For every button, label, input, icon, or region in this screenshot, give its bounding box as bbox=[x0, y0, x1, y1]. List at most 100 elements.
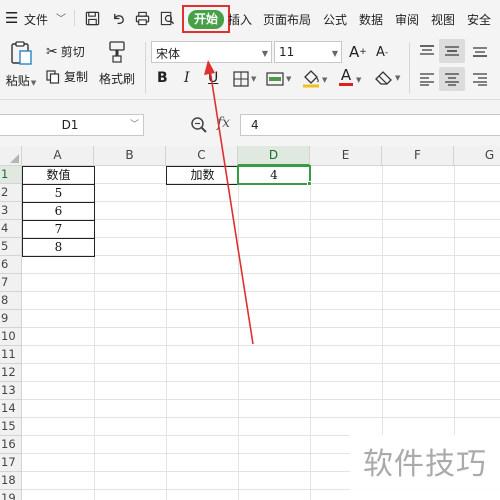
zoom-search-icon[interactable] bbox=[190, 116, 208, 137]
paste-dropdown-icon[interactable]: ▼ bbox=[31, 79, 36, 87]
tab-insert[interactable]: 插入 bbox=[228, 11, 252, 28]
row-header-5[interactable]: 5 bbox=[0, 238, 22, 256]
fx-icon[interactable]: fx bbox=[217, 115, 230, 131]
name-box-value: D1 bbox=[61, 118, 79, 132]
tab-formulas[interactable]: 公式 bbox=[323, 11, 347, 28]
column-header-g[interactable]: G bbox=[454, 146, 500, 166]
row-header-3[interactable]: 3 bbox=[0, 202, 22, 220]
format-painter-button[interactable]: 格式刷 bbox=[98, 40, 136, 96]
tab-data[interactable]: 数据 bbox=[359, 11, 383, 28]
row-header-1[interactable]: 1 bbox=[0, 166, 22, 184]
row-header-10[interactable]: 10 bbox=[0, 328, 22, 346]
cell-style-icon[interactable]: ▼ bbox=[266, 71, 291, 87]
undo-icon[interactable] bbox=[109, 9, 127, 27]
divider bbox=[74, 10, 75, 26]
row-header-17[interactable]: 17 bbox=[0, 454, 22, 472]
font-size-select[interactable]: 11 ▼ bbox=[274, 41, 342, 63]
row-header-18[interactable]: 18 bbox=[0, 472, 22, 490]
cut-button[interactable]: ✂ 剪切 bbox=[46, 43, 85, 60]
underline-button[interactable]: U bbox=[208, 70, 218, 86]
font-size-dropdown-icon[interactable]: ▼ bbox=[332, 49, 338, 58]
hamburger-menu-icon[interactable]: ☰ bbox=[5, 9, 18, 27]
spreadsheet-app: ☰ 文件 ﹀ 开始 插入 页面布局 公式 数据 审阅 视图 安全 粘贴▼ ✂ 剪… bbox=[0, 0, 500, 500]
copy-label: 复制 bbox=[64, 70, 89, 84]
align-middle-icon[interactable] bbox=[439, 39, 465, 63]
align-bottom-icon[interactable] bbox=[472, 44, 488, 58]
cell-a2[interactable]: 5 bbox=[22, 184, 95, 203]
align-right-icon[interactable] bbox=[472, 72, 488, 86]
borders-icon[interactable]: ▼ bbox=[233, 71, 256, 87]
file-menu[interactable]: 文件 bbox=[24, 11, 48, 28]
tab-review[interactable]: 审阅 bbox=[395, 11, 419, 28]
align-top-icon[interactable] bbox=[419, 44, 435, 58]
grid-line bbox=[22, 309, 500, 310]
font-size-value: 11 bbox=[279, 45, 295, 59]
save-icon[interactable] bbox=[83, 9, 101, 27]
italic-button[interactable]: I bbox=[184, 70, 190, 86]
font-color-icon[interactable]: A bbox=[339, 67, 353, 86]
name-box-dropdown-icon[interactable]: ﹀ bbox=[130, 115, 139, 135]
tab-security[interactable]: 安全 bbox=[467, 11, 491, 28]
cell-a3[interactable]: 6 bbox=[22, 202, 95, 221]
file-menu-chevron-icon[interactable]: ﹀ bbox=[56, 10, 66, 25]
row-header-4[interactable]: 4 bbox=[0, 220, 22, 238]
tab-page-layout[interactable]: 页面布局 bbox=[263, 11, 311, 28]
formula-value: 4 bbox=[251, 118, 259, 132]
font-color-dropdown-icon[interactable]: ▼ bbox=[356, 76, 361, 84]
fill-handle[interactable] bbox=[307, 181, 312, 186]
select-all-corner[interactable] bbox=[0, 146, 22, 166]
row-header-11[interactable]: 11 bbox=[0, 346, 22, 364]
align-left-icon[interactable] bbox=[419, 72, 435, 86]
row-header-9[interactable]: 9 bbox=[0, 310, 22, 328]
paste-label: 粘贴 bbox=[5, 74, 30, 88]
column-header-c[interactable]: C bbox=[166, 146, 238, 166]
ribbon-home: 粘贴▼ ✂ 剪切 复制 格式刷 宋体 ▼ 11 ▼ A + A - B I U … bbox=[0, 36, 500, 100]
paste-button[interactable]: 粘贴▼ bbox=[4, 40, 38, 96]
scissors-icon: ✂ bbox=[46, 43, 58, 60]
cell-d1[interactable]: 4 bbox=[237, 165, 311, 185]
increase-font-size-icon[interactable]: A + bbox=[349, 43, 367, 61]
cell-c1[interactable]: 加数 bbox=[166, 166, 239, 185]
column-header-e[interactable]: E bbox=[310, 146, 382, 166]
row-header-2[interactable]: 2 bbox=[0, 184, 22, 202]
name-box[interactable]: D1 ﹀ bbox=[0, 114, 144, 136]
cell-a5[interactable]: 8 bbox=[22, 238, 95, 257]
row-header-15[interactable]: 15 bbox=[0, 418, 22, 436]
copy-button[interactable]: 复制 bbox=[46, 68, 88, 85]
eraser-icon[interactable]: ▼ bbox=[375, 70, 400, 86]
watermark: 软件技巧 bbox=[350, 435, 500, 500]
decrease-font-size-icon[interactable]: A- bbox=[376, 45, 388, 60]
grid-line bbox=[166, 166, 167, 500]
tab-home[interactable]: 开始 bbox=[187, 9, 224, 29]
cell-a4[interactable]: 7 bbox=[22, 220, 95, 239]
print-icon[interactable] bbox=[133, 9, 151, 27]
bold-button[interactable]: B bbox=[157, 70, 168, 86]
row-header-12[interactable]: 12 bbox=[0, 364, 22, 382]
font-name-value: 宋体 bbox=[156, 47, 181, 61]
grid-line bbox=[238, 166, 239, 500]
row-header-14[interactable]: 14 bbox=[0, 400, 22, 418]
row-header-6[interactable]: 6 bbox=[0, 256, 22, 274]
clipboard-icon bbox=[8, 40, 34, 66]
column-header-a[interactable]: A bbox=[22, 146, 94, 166]
column-header-d[interactable]: D bbox=[238, 146, 310, 166]
tab-view[interactable]: 视图 bbox=[431, 11, 455, 28]
formula-input[interactable]: 4 bbox=[240, 114, 500, 136]
font-name-select[interactable]: 宋体 ▼ bbox=[151, 41, 272, 63]
column-header-b[interactable]: B bbox=[94, 146, 166, 166]
grid-line bbox=[22, 345, 500, 346]
row-header-16[interactable]: 16 bbox=[0, 436, 22, 454]
column-header-f[interactable]: F bbox=[382, 146, 454, 166]
align-center-icon[interactable] bbox=[439, 67, 465, 91]
print-preview-icon[interactable] bbox=[158, 9, 176, 27]
cell-a1[interactable]: 数值 bbox=[22, 166, 95, 185]
font-name-dropdown-icon[interactable]: ▼ bbox=[262, 49, 268, 58]
fill-color-icon[interactable] bbox=[302, 69, 320, 88]
row-header-7[interactable]: 7 bbox=[0, 274, 22, 292]
grid-line bbox=[22, 363, 500, 364]
row-header-19[interactable]: 19 bbox=[0, 490, 22, 500]
row-header-8[interactable]: 8 bbox=[0, 292, 22, 310]
row-header-13[interactable]: 13 bbox=[0, 382, 22, 400]
fill-color-dropdown-icon[interactable]: ▼ bbox=[322, 76, 327, 84]
grid-line bbox=[22, 291, 500, 292]
